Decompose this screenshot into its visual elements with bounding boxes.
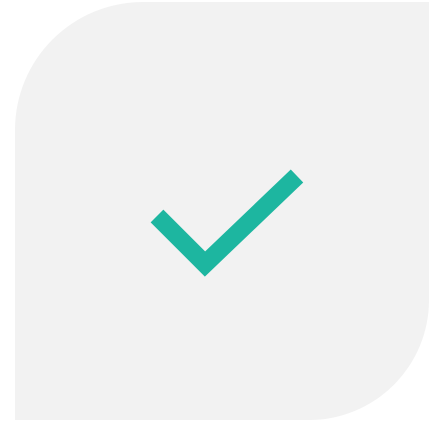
checkmark-tile-container (0, 0, 429, 423)
checkmark-icon (150, 169, 304, 277)
